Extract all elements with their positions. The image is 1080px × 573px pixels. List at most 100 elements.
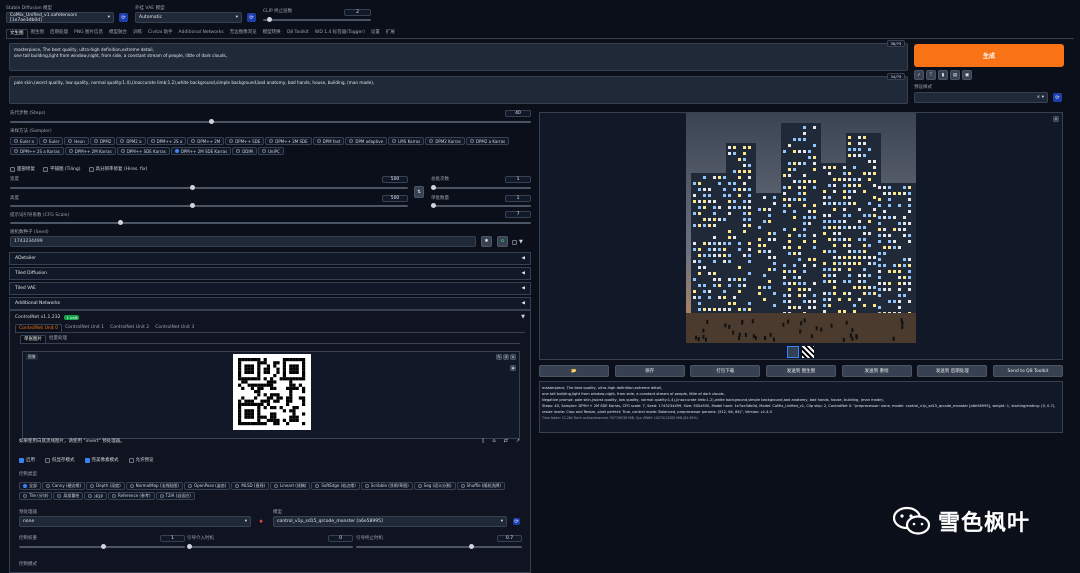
controlnet-subtab[interactable]: 批量处理 [46,335,70,343]
control-type-radio[interactable]: MLSD (直线) [231,482,270,490]
webcam-icon[interactable]: ⌂ [492,438,495,444]
model-select[interactable]: control_v1p_sd15_qrcode_monster [a6e5899… [273,516,507,527]
clip-slider[interactable] [263,17,371,22]
sampler-radio[interactable]: DPM++ 2M SDE Karras [170,147,232,155]
width-slider[interactable] [10,185,408,190]
control-type-radio[interactable]: 全部 [19,482,41,490]
undo-icon[interactable]: ↺ [503,354,509,360]
control-type-radio[interactable]: Shuffle (随机洗牌) [456,482,505,490]
batch-count-slider[interactable] [431,185,531,190]
clip-number[interactable]: 2 [344,9,371,16]
accordion-adetailer[interactable]: ADetailer ◀ [9,252,531,265]
end-slider[interactable] [356,544,522,549]
control-type-radio[interactable]: IP2P [84,492,107,500]
thumbnail-generated[interactable] [787,346,799,358]
controlnet-unit-tab[interactable]: ControlNet Unit 1 [62,324,107,332]
steps-slider[interactable] [10,119,531,124]
hires-check[interactable]: 高分辨率修复 (Hires. fix) [88,166,147,172]
sampler-radio[interactable]: DPM++ SDE [225,137,265,145]
sampler-radio[interactable]: DPM++ 2M SDE [265,137,312,145]
sampler-radio[interactable]: LMS Karras [388,137,425,145]
edit-icon[interactable]: ✎ [496,354,502,360]
control-type-radio[interactable]: OpenPose (姿态) [183,482,231,490]
control-type-radio[interactable]: Depth (深度) [86,482,125,490]
controlnet-header[interactable]: ControlNet v1.1.232 1 unit ▼ [10,311,530,323]
steps-number[interactable]: 40 [505,110,531,117]
tab-11[interactable]: WD 1.4 标签器(Tagger) [312,29,368,38]
cfg-slider[interactable] [10,220,531,225]
pixel-perfect-check[interactable]: 完美像素模式 [84,457,119,463]
output-button[interactable]: 保存 [614,365,685,377]
control-type-radio[interactable]: NormalMap (法线贴图) [125,482,183,490]
output-button[interactable]: 发送到 后期处理 [917,365,988,377]
generated-image[interactable] [686,113,916,343]
start-slider[interactable] [187,544,353,549]
control-type-radio[interactable]: SoftEdge (软边缘) [311,482,360,490]
sampler-radio[interactable]: DDIM [232,147,257,155]
accordion-tiled-diffusion[interactable]: Tiled Diffusion ◀ [9,267,531,280]
check-icon[interactable]: ✓ [914,70,924,80]
vae-select[interactable]: Automatic ▾ [135,12,242,23]
control-type-radio[interactable]: Canny (硬边缘) [42,482,86,490]
sampler-radio[interactable]: Heun [64,137,89,145]
send-dimension-icon[interactable]: ↗ [516,438,520,444]
height-number[interactable]: 500 [382,195,408,202]
sampler-radio[interactable]: DPM2 [89,137,116,145]
positive-prompt[interactable]: masterpiece, The best quality, ultra-hig… [9,43,908,71]
control-type-radio[interactable]: Seg (语义分割) [413,482,456,490]
sampler-radio[interactable]: DPM2 a Karras [465,137,510,145]
allow-preview-check[interactable]: 允许预览 [128,457,154,463]
document-icon[interactable]: ▯ [482,438,485,444]
height-slider[interactable] [10,203,408,208]
refresh-checkpoint-button[interactable]: ⟳ [119,13,128,22]
controlnet-unit-tab[interactable]: ControlNet Unit 0 [15,324,63,332]
extra-seed[interactable]: ▼ [512,239,523,245]
sampler-radio[interactable]: Euler a [10,137,39,145]
thumbnail-qrcode[interactable] [802,346,814,358]
sampler-radio[interactable]: DPM++ 2M [187,137,225,145]
sampler-radio[interactable]: DPM adaptive [345,137,388,145]
random-seed-button[interactable]: ✱ [481,236,492,247]
tab-4[interactable]: 模型融合 [106,29,130,38]
tab-13[interactable]: 扩展 [383,29,398,38]
output-gallery[interactable]: × [539,112,1063,360]
refresh-models-button[interactable]: ⟳ [513,518,520,525]
controlnet-unit-tab[interactable]: ControlNet Unit 3 [152,324,197,332]
width-number[interactable]: 500 [382,176,408,183]
sampler-radio[interactable]: DPM++ 2M Karras [64,147,116,155]
batch-size-slider[interactable] [431,203,531,208]
clipboard-icon[interactable]: ▤ [950,70,960,80]
end-number[interactable]: 0.7 [497,535,522,542]
pink-icon[interactable]: ▮ [938,70,948,80]
tab-8[interactable]: 无边图像浏览 [227,29,260,38]
face-fix-check[interactable]: 面部修复 [10,166,35,172]
save-style-icon[interactable]: ▣ [962,70,972,80]
output-button[interactable]: 打包下载 [690,365,761,377]
tab-2[interactable]: 后期处理 [47,29,71,38]
sampler-radio[interactable]: DPM++ SDE Karras [116,147,170,155]
weight-number[interactable]: 1 [160,535,185,542]
tab-6[interactable]: Civitai 助手 [145,29,176,38]
controlnet-unit-tab[interactable]: ControlNet Unit 2 [107,324,152,332]
sampler-radio[interactable]: DPM2 a [116,137,146,145]
tab-12[interactable]: 设置 [368,29,383,38]
preprocessor-select[interactable]: none ▾ [19,516,251,527]
trash-prompt-icon[interactable]: ⊤ [926,70,936,80]
control-type-radio[interactable]: Tile (分块) [19,492,53,500]
output-button[interactable]: 📂 [539,365,609,377]
tab-10[interactable]: Q8 Toolkit [284,29,312,38]
accordion-additional-networks[interactable]: Additional Networks ◀ [9,297,531,310]
controlnet-subtab[interactable]: 单张图片 [20,335,46,343]
sampler-radio[interactable]: UniPC [257,147,284,155]
lowvram-check[interactable]: 低显存模式 [45,457,75,463]
tab-3[interactable]: PNG 图片信息 [71,29,106,38]
refresh-vae-button[interactable]: ⟳ [247,13,256,22]
control-type-radio[interactable]: 局部重绘 [53,492,84,500]
tab-5[interactable]: 训练 [130,29,145,38]
sampler-radio[interactable]: DPM fast [312,137,345,145]
apply-style-button[interactable]: ⟳ [1053,93,1062,102]
tab-9[interactable]: 模型转换 [260,29,284,38]
tab-0[interactable]: 文生图 [6,29,28,38]
enable-check[interactable]: 启用 [19,457,35,463]
generate-button[interactable]: 生成 [914,44,1064,67]
